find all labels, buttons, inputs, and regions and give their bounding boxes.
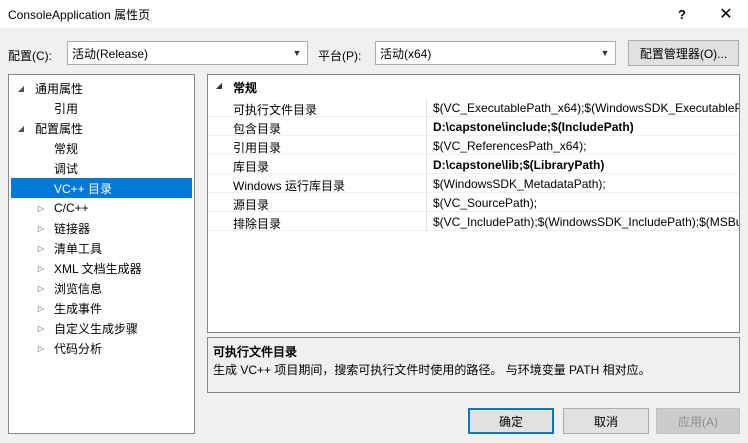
column-divider — [426, 212, 427, 231]
config-label: 配置(C): — [8, 49, 52, 63]
tree-item-label: 常规 — [54, 141, 79, 156]
property-value: $(VC_ReferencesPath_x64); — [433, 139, 587, 153]
property-value: $(VC_SourcePath); — [433, 196, 538, 210]
property-value: D:\capstone\lib;$(LibraryPath) — [433, 158, 605, 172]
property-value: $(VC_IncludePath);$(WindowsSDK_IncludePa… — [433, 215, 740, 229]
collapse-triangle-icon[interactable]: ◢ — [16, 124, 26, 133]
chevron-down-icon: ▼ — [292, 48, 302, 58]
property-value: D:\capstone\include;$(IncludePath) — [433, 120, 634, 134]
column-divider — [426, 193, 427, 212]
window-title: ConsoleApplication 属性页 — [8, 8, 151, 22]
tree-item-xml-doc-generator[interactable]: ▷ XML 文档生成器 — [9, 258, 194, 278]
config-value: 活动(Release) — [72, 46, 149, 61]
platform-label: 平台(P): — [318, 49, 362, 63]
cancel-button[interactable]: 取消 — [563, 408, 649, 434]
close-button[interactable]: ✕ — [706, 0, 746, 28]
config-dropdown[interactable]: 活动(Release) ▼ — [67, 41, 308, 65]
tree-item-label: 清单工具 — [54, 241, 103, 256]
ok-button[interactable]: 确定 — [468, 408, 554, 434]
description-title: 可执行文件目录 — [213, 345, 298, 359]
property-name: Windows 运行库目录 — [233, 179, 346, 193]
property-name: 库目录 — [233, 160, 270, 174]
column-divider — [426, 136, 427, 155]
table-row[interactable]: 源目录 $(VC_SourcePath); — [208, 193, 739, 212]
property-name: 可执行文件目录 — [233, 103, 318, 117]
tree-item-custom-build-step[interactable]: ▷ 自定义生成步骤 — [9, 318, 194, 338]
table-row[interactable]: 引用目录 $(VC_ReferencesPath_x64); — [208, 136, 739, 155]
tree-item-label: 调试 — [54, 161, 79, 176]
expand-triangle-icon[interactable]: ▷ — [36, 284, 46, 293]
column-divider — [426, 174, 427, 193]
expand-triangle-icon[interactable]: ▷ — [36, 344, 46, 353]
description-panel: 可执行文件目录 生成 VC++ 项目期间，搜索可执行文件时使用的路径。 与环境变… — [207, 337, 740, 393]
expand-triangle-icon[interactable]: ▷ — [36, 204, 46, 213]
tree-item-browse-info[interactable]: ▷ 浏览信息 — [9, 278, 194, 298]
tree-item-general[interactable]: 常规 — [9, 138, 194, 158]
collapse-triangle-icon[interactable]: ◢ — [16, 84, 26, 93]
platform-value: 活动(x64) — [380, 46, 432, 61]
help-button[interactable]: ? — [662, 0, 702, 28]
tree-item-label: VC++ 目录 — [54, 181, 113, 196]
column-divider — [426, 117, 427, 136]
expand-triangle-icon[interactable]: ▷ — [36, 324, 46, 333]
table-row[interactable]: 排除目录 $(VC_IncludePath);$(WindowsSDK_Incl… — [208, 212, 739, 231]
grid-section-header[interactable]: ◢ 常规 — [208, 79, 739, 98]
tree-item-label: 链接器 — [54, 221, 91, 236]
table-row[interactable]: 库目录 D:\capstone\lib;$(LibraryPath) — [208, 155, 739, 174]
tree-item-vc-directories[interactable]: VC++ 目录 — [11, 178, 192, 198]
chevron-down-icon: ▼ — [600, 48, 610, 58]
property-name: 源目录 — [233, 198, 270, 212]
property-name: 引用目录 — [233, 141, 282, 155]
tree-item-label: C/C++ — [54, 201, 89, 215]
tree-item-debugging[interactable]: 调试 — [9, 158, 194, 178]
tree-item-label: 生成事件 — [54, 301, 103, 316]
tree-item-label: 引用 — [54, 101, 79, 116]
apply-button[interactable]: 应用(A) — [656, 408, 740, 434]
tree-item-references[interactable]: 引用 — [9, 98, 194, 118]
tree-item-label: 通用属性 — [35, 81, 84, 96]
property-value: $(WindowsSDK_MetadataPath); — [433, 177, 606, 191]
description-text: 生成 VC++ 项目期间，搜索可执行文件时使用的路径。 与环境变量 PATH 相… — [213, 363, 651, 377]
table-row[interactable]: 可执行文件目录 $(VC_ExecutablePath_x64);$(Windo… — [208, 98, 739, 117]
tree-item-label: 配置属性 — [35, 121, 84, 136]
expand-triangle-icon[interactable]: ▷ — [36, 304, 46, 313]
tree-item-config-props[interactable]: ◢ 配置属性 — [9, 118, 194, 138]
property-value: $(VC_ExecutablePath_x64);$(WindowsSDK_Ex… — [433, 101, 740, 115]
table-row[interactable]: Windows 运行库目录 $(WindowsSDK_MetadataPath)… — [208, 174, 739, 193]
expand-triangle-icon[interactable]: ▷ — [36, 264, 46, 273]
collapse-triangle-icon[interactable]: ◢ — [214, 81, 224, 90]
config-manager-button[interactable]: 配置管理器(O)... — [628, 40, 739, 66]
tree-item-label: XML 文档生成器 — [54, 261, 142, 276]
grid-section-title: 常规 — [233, 81, 258, 95]
title-bar: ConsoleApplication 属性页 ? ✕ — [0, 0, 748, 28]
expand-triangle-icon[interactable]: ▷ — [36, 224, 46, 233]
tree-item-label: 浏览信息 — [54, 281, 103, 296]
tree-item-manifest-tool[interactable]: ▷ 清单工具 — [9, 238, 194, 258]
expand-triangle-icon[interactable]: ▷ — [36, 244, 46, 253]
tree-item-code-analysis[interactable]: ▷ 代码分析 — [9, 338, 194, 358]
property-grid: ◢ 常规 可执行文件目录 $(VC_ExecutablePath_x64);$(… — [207, 74, 740, 333]
tree-item-general-props[interactable]: ◢ 通用属性 — [9, 78, 194, 98]
column-divider — [426, 98, 427, 117]
property-name: 排除目录 — [233, 217, 282, 231]
property-name: 包含目录 — [233, 122, 282, 136]
tree-item-build-events[interactable]: ▷ 生成事件 — [9, 298, 194, 318]
property-tree: ◢ 通用属性 引用 ◢ 配置属性 常规 调试 VC++ 目录 ▷ C/C++ ▷… — [8, 74, 195, 434]
column-divider — [426, 155, 427, 174]
tree-item-label: 代码分析 — [54, 341, 103, 356]
table-row[interactable]: 包含目录 D:\capstone\include;$(IncludePath) — [208, 117, 739, 136]
platform-dropdown[interactable]: 活动(x64) ▼ — [375, 41, 616, 65]
tree-item-linker[interactable]: ▷ 链接器 — [9, 218, 194, 238]
tree-item-c-cpp[interactable]: ▷ C/C++ — [9, 198, 194, 218]
tree-item-label: 自定义生成步骤 — [54, 321, 139, 336]
